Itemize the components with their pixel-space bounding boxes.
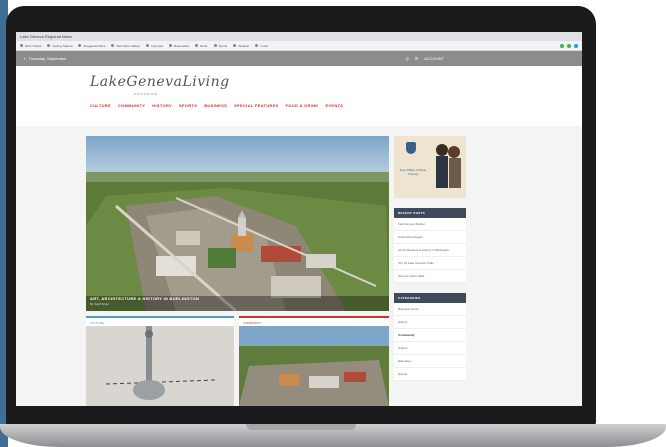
bookmark-icon <box>47 44 51 47</box>
topbar-date-text: Thursday, September <box>28 56 67 61</box>
bookmark-item[interactable]: Web Slice Gallery <box>111 44 140 48</box>
bookmark-item[interactable]: Local <box>255 43 268 48</box>
hero-byline: By Staff Writer <box>90 302 110 306</box>
ad-couple-image <box>436 144 461 188</box>
recent-post-link[interactable]: Fall Farmers Market <box>394 218 466 231</box>
menu-icon[interactable]: ☰ <box>415 56 419 61</box>
categories-heading: CATEGORIES <box>394 293 466 303</box>
nav-item-history[interactable]: HISTORY <box>152 103 172 108</box>
bookmark-item[interactable]: News <box>195 44 208 48</box>
category-link[interactable]: Culture <box>394 342 466 355</box>
bookmark-item[interactable]: Weather <box>233 44 249 48</box>
bookmark-item[interactable]: Suggested Sites <box>78 44 105 48</box>
bookmarks-bar: Most Visited Getting Started Suggested Sit… <box>16 41 582 51</box>
category-link[interactable]: Education <box>394 355 466 368</box>
sidebar-ad[interactable]: Four Pillars of Wine Country <box>394 136 466 198</box>
nav-item-sports[interactable]: SPORTS <box>179 103 197 108</box>
article-card-culture[interactable]: CULTURE <box>86 316 234 406</box>
nav-item-business[interactable]: BUSINESS <box>204 103 227 108</box>
bookmark-icon <box>20 44 23 47</box>
aerial-town-image <box>239 326 389 406</box>
article-card-community[interactable]: COMMUNITY <box>239 316 389 406</box>
bookmark-label: Weather <box>238 43 250 48</box>
laptop-notch <box>246 424 356 430</box>
site-topbar: ▪ Thursday, September Q ☰ ACCOUNT <box>16 51 582 66</box>
bookmark-icon <box>255 44 259 47</box>
recent-post-link[interactable]: Summer Wine Walk <box>394 270 466 283</box>
bookmark-label: Suggested Sites <box>83 43 106 48</box>
category-link[interactable]: Business News <box>394 303 466 316</box>
bookmark-label: News <box>200 43 208 48</box>
bookmark-item[interactable]: Most Visited <box>20 44 41 48</box>
bookmark-icon <box>146 44 150 47</box>
laptop-screen: Lake Geneva Regional News Most Visited Ge… <box>16 32 582 406</box>
search-icon[interactable]: Q <box>406 56 409 61</box>
browser-tab-strip[interactable]: Lake Geneva Regional News <box>16 32 582 41</box>
topbar-date: ▪ Thursday, September <box>24 56 67 61</box>
bookmark-item[interactable]: Bookmarks <box>168 43 189 48</box>
main-content: ART, ARCHITECTURE & HISTORY IN BURLINGTO… <box>16 126 582 406</box>
bookmark-icon <box>78 44 82 47</box>
site-logo-subtitle: MAGAZINE <box>134 92 158 96</box>
extension-icon[interactable] <box>560 43 564 48</box>
bookmark-label: Local <box>260 43 268 48</box>
bookmark-item[interactable]: Imported <box>146 44 163 48</box>
bookmark-icon <box>195 44 198 47</box>
bookmark-label: Bookmarks <box>173 43 189 48</box>
recent-posts-list: Fall Farmers Market Around the Region Art … <box>394 218 466 283</box>
bookmark-label: Most Visited <box>25 43 42 48</box>
card-image <box>239 326 389 406</box>
bookmark-label: Getting Started <box>52 43 73 48</box>
extension-icon[interactable] <box>567 43 571 48</box>
laptop-bezel: Lake Geneva Regional News Most Visited Ge… <box>6 6 596 426</box>
bookmark-item[interactable]: Getting Started <box>47 44 72 48</box>
hero-feature[interactable]: ART, ARCHITECTURE & HISTORY IN BURLINGTO… <box>86 136 389 311</box>
nav-item-culture[interactable]: CULTURE <box>90 103 111 108</box>
hero-caption[interactable]: ART, ARCHITECTURE & HISTORY IN BURLINGTO… <box>90 296 199 301</box>
card-image <box>86 326 234 406</box>
bookmark-icon <box>111 44 115 47</box>
nav-item-community[interactable]: COMMUNITY <box>118 103 145 108</box>
categories-list: Business News History Community Culture Educ… <box>394 303 466 381</box>
category-link[interactable]: History <box>394 316 466 329</box>
browser-tab-title[interactable]: Lake Geneva Regional News <box>20 34 72 39</box>
nav-item-food-drink[interactable]: FOOD & DRINK <box>286 103 319 108</box>
recent-post-link[interactable]: Top 10 Lake Geneva Trails <box>394 257 466 270</box>
sidebar: Four Pillars of Wine Country RECENT POST… <box>394 136 466 406</box>
hero-aerial-town-image <box>86 136 389 311</box>
extension-icon[interactable] <box>574 43 578 48</box>
bookmark-item[interactable]: Sports <box>213 43 228 48</box>
topbar-tools: Q ☰ ACCOUNT <box>406 56 445 61</box>
main-nav: CULTURE COMMUNITY HISTORY SPORTS BUSINES… <box>90 103 343 108</box>
bookmark-label: Web Slice Gallery <box>116 43 141 48</box>
nav-item-special-features[interactable]: SPECIAL FEATURES <box>234 103 278 108</box>
calendar-icon: ▪ <box>24 56 26 61</box>
category-link[interactable]: Events <box>394 368 466 381</box>
bookmark-icon <box>213 44 217 47</box>
bookmark-label: Sports <box>218 43 228 48</box>
bookmark-label: Imported <box>151 43 163 48</box>
extension-icons <box>560 43 578 48</box>
category-link[interactable]: Community <box>394 329 466 342</box>
recent-posts-heading: RECENT POSTS <box>394 208 466 218</box>
bookmark-icon <box>168 44 172 47</box>
sculpture-image <box>86 326 234 406</box>
nav-item-events[interactable]: EVENTS <box>325 103 343 108</box>
account-link[interactable]: ACCOUNT <box>424 56 444 61</box>
site-logo[interactable]: LakeGenevaLiving <box>90 74 230 90</box>
recent-post-link[interactable]: Art Architecture & History in Burlington <box>394 244 466 257</box>
site-header: LakeGenevaLiving MAGAZINE CULTURE COMMUN… <box>16 66 582 126</box>
recent-post-link[interactable]: Around the Region <box>394 231 466 244</box>
bookmark-icon <box>233 44 237 47</box>
stage: Lake Geneva Regional News Most Visited Ge… <box>0 0 666 447</box>
